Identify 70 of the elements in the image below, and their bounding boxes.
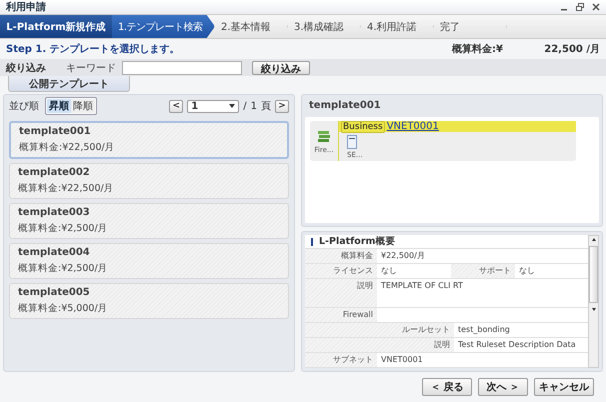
summary-label: 説明	[305, 279, 377, 307]
wizard-step: 1.テンプレート検索	[112, 15, 215, 38]
filter-button[interactable]: 絞り込み	[252, 60, 310, 74]
wizard-button[interactable]: 次へ ＞	[478, 378, 528, 396]
summary-title: L-Platform概要	[319, 235, 396, 248]
next-page-button[interactable]: >	[275, 100, 289, 112]
summary-label: 説明	[305, 338, 454, 352]
page-unit: 頁	[261, 100, 271, 113]
summary-value: test_bonding	[457, 324, 511, 336]
template-price: 概算料金:¥22,500/月	[19, 141, 116, 154]
summary-value: なし	[380, 265, 398, 278]
step-instruction: Step 1. テンプレートを選択します。	[6, 42, 181, 56]
summary-label: ルールセット	[305, 323, 454, 337]
previous-page-button[interactable]: <	[169, 100, 184, 112]
segment-label: Business	[341, 120, 385, 132]
dropdown-icon	[229, 104, 236, 108]
sort-option[interactable]: 降順	[71, 99, 95, 113]
page-select[interactable]: 1	[187, 100, 240, 112]
scroll-down-icon[interactable]	[590, 305, 598, 313]
keyword-field[interactable]	[122, 60, 242, 74]
summary-label: 概算料金	[305, 249, 377, 264]
preview-title: template001	[308, 99, 382, 113]
page-total: 1	[250, 100, 257, 112]
summary-label: Firewall	[305, 308, 377, 322]
wizard-step: 4.利用許諾	[361, 15, 434, 38]
template-name: template003	[18, 207, 91, 218]
summary-value: ¥22,500/月	[380, 250, 426, 262]
wizard-step: 完了	[434, 15, 507, 38]
tab[interactable]: 公開テンプレート	[8, 76, 130, 92]
wizard-step: 2.基本情報	[215, 15, 288, 38]
template-price: 概算料金:¥2,500/月	[18, 262, 109, 275]
wizard-button[interactable]: キャンセル	[534, 378, 594, 396]
template-price: 概算料金:¥5,000/月	[18, 302, 109, 315]
summary-label: サポート	[451, 264, 515, 278]
page-separator: /	[243, 100, 247, 112]
price-label: 概算料金:¥	[452, 42, 504, 56]
template-name: template001	[19, 126, 92, 137]
scrollbar[interactable]	[588, 235, 599, 368]
sort-option[interactable]: 昇順	[47, 99, 71, 113]
template-price: 概算料金:¥22,500/月	[18, 182, 115, 195]
summary-value: TEMPLATE OF CLI RT	[380, 280, 464, 292]
segment-link[interactable]: VNET0001	[386, 121, 439, 132]
summary-value: Test Ruleset Description Data	[457, 339, 577, 351]
template-name: template004	[18, 247, 91, 258]
filter-label: 絞り込み	[6, 61, 47, 74]
summary-value: なし	[518, 265, 536, 278]
heading-marker	[311, 238, 313, 246]
template-price: 概算料金:¥2,500/月	[18, 222, 109, 235]
window-title: 利用申請	[6, 0, 47, 14]
summary-label: サブネット	[305, 353, 377, 367]
wizard-button[interactable]: ＜ 戻る	[422, 378, 472, 396]
restore-icon[interactable]	[576, 3, 584, 11]
close-icon[interactable]	[592, 3, 600, 11]
price-value: 22,500 /月	[543, 43, 600, 56]
summary-value: VNET0001	[380, 354, 424, 366]
summary-label: ライセンス	[305, 264, 377, 278]
wizard-title: L-Platform新規作成	[0, 15, 112, 38]
template-card[interactable]: template004 概算料金:¥2,500/月	[9, 243, 289, 279]
scroll-up-icon[interactable]	[590, 236, 598, 244]
wizard-step: 3.構成確認	[288, 15, 361, 38]
server-icon	[347, 135, 357, 149]
template-name: template002	[18, 167, 91, 178]
firewall-icon	[317, 128, 331, 142]
keyword-label: キーワード	[66, 62, 117, 74]
sort-label: 並び順	[9, 100, 39, 113]
template-card[interactable]: template005 概算料金:¥5,000/月	[9, 283, 289, 319]
template-name: template005	[18, 287, 91, 298]
template-card[interactable]: template001 概算料金:¥22,500/月	[9, 121, 289, 159]
template-card[interactable]: template002 概算料金:¥22,500/月	[9, 163, 289, 199]
template-card[interactable]: template003 概算料金:¥2,500/月	[9, 203, 289, 239]
